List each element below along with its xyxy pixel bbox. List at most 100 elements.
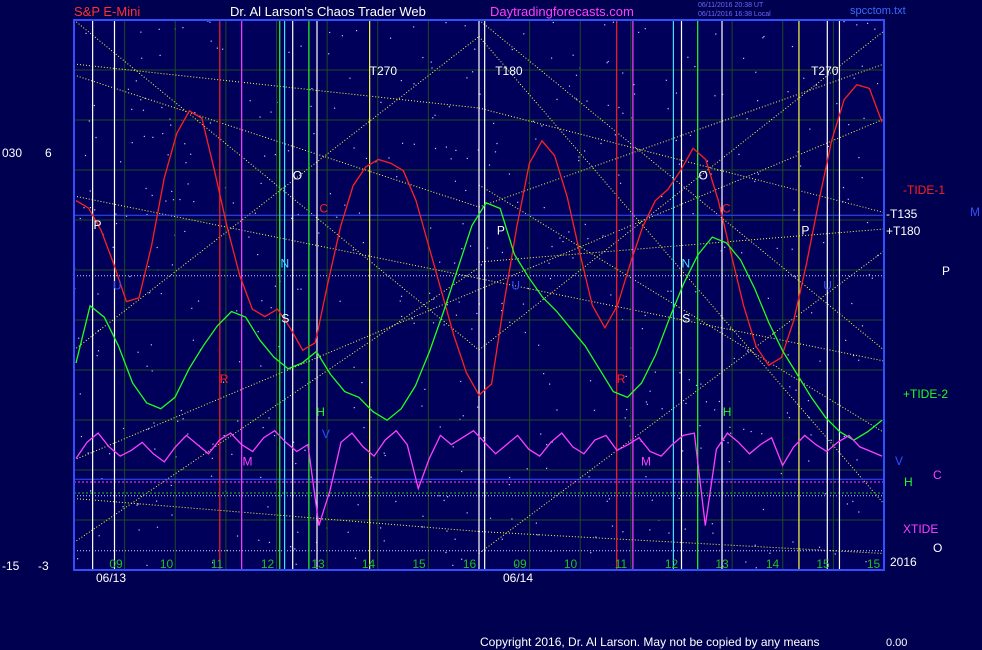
star-dot bbox=[509, 321, 511, 323]
hour-tick-label: 14 bbox=[362, 557, 376, 571]
star-dot bbox=[83, 207, 85, 209]
axis-top-b: 6 bbox=[45, 146, 52, 160]
star-dot bbox=[537, 534, 539, 536]
star-dot bbox=[216, 47, 218, 49]
star-dot bbox=[237, 420, 239, 422]
site-link[interactable]: Daytradingforecasts.com bbox=[490, 4, 634, 19]
star-dot bbox=[160, 293, 162, 295]
star-dot bbox=[452, 564, 454, 566]
star-dot bbox=[300, 288, 302, 290]
planet-label: H bbox=[723, 405, 732, 419]
star-dot bbox=[633, 84, 635, 86]
star-dot bbox=[141, 57, 143, 59]
star-dot bbox=[380, 527, 382, 529]
star-dot bbox=[297, 288, 299, 290]
star-dot bbox=[464, 25, 466, 27]
star-dot bbox=[706, 160, 709, 162]
star-dot bbox=[354, 557, 357, 559]
star-dot bbox=[791, 45, 794, 48]
star-dot bbox=[755, 567, 757, 569]
star-dot bbox=[424, 388, 426, 391]
star-dot bbox=[238, 361, 241, 363]
star-dot bbox=[741, 252, 743, 254]
star-dot bbox=[808, 460, 810, 462]
star-dot bbox=[578, 159, 580, 162]
star-dot bbox=[171, 514, 173, 516]
star-dot bbox=[192, 339, 195, 341]
star-dot bbox=[646, 403, 648, 405]
star-dot bbox=[724, 246, 726, 248]
star-dot bbox=[678, 497, 680, 500]
star-dot bbox=[460, 380, 462, 383]
star-dot bbox=[422, 515, 424, 517]
star-dot bbox=[466, 512, 468, 514]
star-dot bbox=[182, 418, 184, 420]
star-dot bbox=[851, 302, 853, 305]
symbol-title: S&P E-Mini bbox=[74, 4, 141, 19]
star-dot bbox=[401, 142, 404, 144]
star-dot bbox=[532, 120, 535, 122]
star-dot bbox=[651, 499, 653, 501]
star-dot bbox=[384, 454, 386, 457]
star-dot bbox=[692, 213, 694, 215]
star-dot bbox=[370, 476, 372, 478]
star-dot bbox=[434, 114, 436, 116]
hour-tick-label: 12 bbox=[665, 557, 679, 571]
star-dot bbox=[551, 245, 553, 248]
star-dot bbox=[730, 432, 732, 434]
star-dot bbox=[383, 540, 385, 542]
star-dot bbox=[455, 149, 457, 152]
star-dot bbox=[867, 22, 869, 25]
star-dot bbox=[96, 354, 98, 357]
star-dot bbox=[568, 231, 570, 233]
label-o: O bbox=[933, 541, 943, 555]
star-dot bbox=[645, 476, 647, 478]
star-dot bbox=[399, 300, 401, 302]
star-dot bbox=[788, 417, 790, 419]
star-dot bbox=[746, 118, 748, 120]
label-tide1: -TIDE-1 bbox=[903, 183, 945, 197]
label-year: 2016 bbox=[890, 555, 917, 569]
star-dot bbox=[137, 351, 139, 353]
star-dot bbox=[523, 33, 525, 35]
star-dot bbox=[711, 523, 713, 525]
star-dot bbox=[170, 124, 172, 126]
star-dot bbox=[853, 77, 855, 79]
hour-tick-label: 16 bbox=[463, 557, 477, 571]
star-dot bbox=[209, 122, 212, 124]
star-dot bbox=[757, 100, 759, 102]
planet-label: P bbox=[497, 224, 505, 238]
star-dot bbox=[762, 508, 765, 511]
star-dot bbox=[212, 443, 214, 445]
star-dot bbox=[745, 561, 747, 563]
star-dot bbox=[365, 157, 368, 160]
star-dot bbox=[433, 298, 435, 300]
star-dot bbox=[396, 176, 398, 178]
hour-tick-label: 14 bbox=[766, 557, 780, 571]
star-dot bbox=[827, 145, 829, 148]
star-dot bbox=[568, 85, 571, 87]
star-dot bbox=[679, 372, 681, 374]
star-dot bbox=[480, 264, 483, 266]
star-dot bbox=[262, 426, 264, 429]
star-dot bbox=[572, 54, 574, 56]
star-dot bbox=[353, 147, 355, 149]
star-dot bbox=[649, 390, 651, 392]
star-dot bbox=[610, 294, 612, 296]
star-dot bbox=[856, 24, 858, 26]
star-dot bbox=[448, 106, 451, 108]
star-dot bbox=[248, 236, 250, 238]
star-dot bbox=[264, 155, 266, 157]
hour-tick-label: 12 bbox=[261, 557, 275, 571]
axis-bottom-a: -15 bbox=[2, 559, 20, 573]
planet-label: U bbox=[823, 279, 832, 293]
star-dot bbox=[843, 435, 845, 438]
star-dot bbox=[142, 109, 145, 111]
star-dot bbox=[156, 246, 158, 249]
star-dot bbox=[791, 248, 793, 250]
star-dot bbox=[455, 314, 458, 316]
star-dot bbox=[318, 232, 320, 234]
star-dot bbox=[135, 80, 137, 82]
star-dot bbox=[624, 417, 626, 419]
star-dot bbox=[522, 303, 525, 305]
